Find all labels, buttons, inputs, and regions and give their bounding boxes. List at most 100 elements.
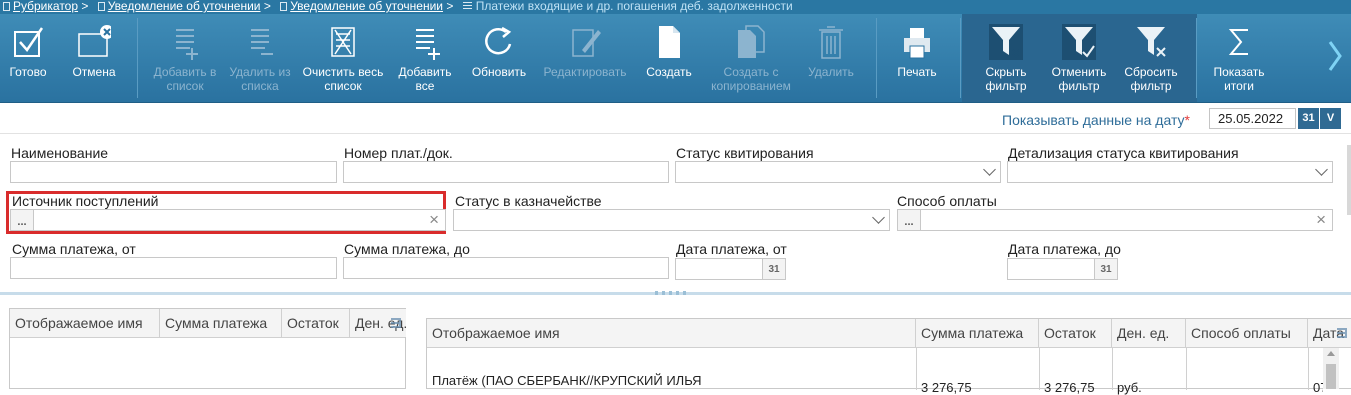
splitter-grip[interactable]	[655, 291, 687, 295]
date-filter-input[interactable]: 25.05.2022	[1209, 108, 1296, 129]
toolbar-separator	[137, 18, 138, 98]
revenue-source-label: Источник поступлений	[12, 193, 159, 209]
column-header[interactable]: Отображаемое имя	[427, 319, 916, 347]
calendar-icon[interactable]: 31	[1094, 259, 1117, 279]
remove-from-list-label: Удалить из списка	[229, 65, 291, 93]
reset-filter-button[interactable]: Сбросить фильтр	[1118, 14, 1184, 102]
clear-list-label: Очистить весь список	[302, 65, 384, 93]
checkbox-check-icon	[14, 27, 44, 57]
column-settings-icon[interactable]	[1336, 327, 1349, 339]
date-to-label: Дата платежа, до	[1008, 241, 1121, 257]
cell-date: 07	[1313, 380, 1323, 395]
toolbar-separator	[1196, 18, 1197, 98]
print-button[interactable]: Печать	[886, 14, 948, 102]
filter-hide-icon	[989, 24, 1023, 60]
column-divider	[1308, 348, 1309, 390]
clear-list-button[interactable]: Очистить весь список	[302, 14, 384, 102]
column-settings-icon[interactable]	[390, 317, 403, 329]
payment-method-input[interactable]: ... ×	[897, 209, 1333, 231]
cell-name: Платёж (ПАО СБЕРБАНК//КРУПСКИЙ ИЛЬЯ	[432, 373, 702, 388]
doc-number-label: Номер плат./док.	[344, 145, 453, 161]
calendar-icon[interactable]: 31	[1298, 108, 1319, 129]
column-divider	[916, 348, 917, 390]
apply-filter-label: Отменить фильтр	[1051, 65, 1107, 93]
breadcrumb-item-notice-2[interactable]: Уведомление об уточнении	[290, 0, 443, 13]
date-from-label: Дата платежа, от	[676, 241, 787, 257]
column-header[interactable]: Сумма платежа	[916, 319, 1039, 347]
hide-filter-label: Скрыть фильтр	[985, 65, 1027, 93]
name-input[interactable]	[10, 161, 337, 183]
sigma-icon	[1228, 29, 1248, 55]
dots-icon[interactable]: ...	[898, 210, 921, 230]
add-all-button[interactable]: Добавить все	[392, 14, 458, 102]
refresh-icon	[485, 26, 512, 55]
create-copy-label: Создать с копированием	[711, 65, 791, 93]
column-header[interactable]: Отображаемое имя	[10, 309, 160, 337]
required-mark: *	[1184, 112, 1190, 128]
toolbar: Готово Отмена Добавить в списoк Удалить …	[0, 14, 1351, 103]
document-icon	[97, 2, 105, 11]
hide-filter-button[interactable]: Скрыть фильтр	[974, 14, 1038, 102]
show-totals-label: Показать итоги	[1213, 65, 1265, 93]
list-remove-icon	[251, 29, 273, 55]
copy-document-icon	[738, 25, 765, 58]
header-divider	[427, 347, 1351, 348]
date-to-input[interactable]: 31	[1007, 258, 1118, 280]
column-header[interactable]: Остаток	[1039, 319, 1112, 347]
column-header[interactable]: Остаток	[282, 309, 350, 337]
edit-icon	[572, 29, 601, 57]
chevron-down-icon	[1315, 163, 1328, 176]
column-header[interactable]: Ден. ед.	[1112, 319, 1186, 347]
cell-rest: 3 276,75	[1044, 380, 1095, 395]
create-copy-button[interactable]: Создать с копированием	[706, 14, 796, 102]
clear-icon[interactable]: ×	[1316, 211, 1326, 229]
column-header[interactable]: Способ оплаты	[1186, 319, 1308, 347]
refresh-button[interactable]: Обновить	[466, 14, 532, 102]
scroll-thumb[interactable]	[1326, 364, 1336, 389]
clear-icon[interactable]: ×	[429, 211, 439, 229]
dots-icon[interactable]: ...	[11, 210, 34, 230]
treasury-status-select[interactable]	[453, 209, 890, 231]
create-label: Создать	[646, 65, 692, 79]
clear-list-icon	[331, 27, 355, 57]
column-header[interactable]: Сумма платежа	[160, 309, 282, 337]
apply-filter-button[interactable]: Отменить фильтр	[1044, 14, 1114, 102]
calendar-icon[interactable]: 31	[762, 259, 785, 279]
breadcrumb-separator: >	[446, 0, 454, 13]
amount-to-input[interactable]	[343, 257, 669, 279]
ack-status-select[interactable]	[675, 161, 1001, 183]
create-button[interactable]: Создать	[640, 14, 698, 102]
selected-items-grid: Отображаемое имя Сумма платежа Остаток Д…	[9, 308, 406, 389]
ack-status-detail-select[interactable]	[1007, 161, 1333, 183]
toolbar-separator	[876, 18, 877, 98]
remove-from-list-button[interactable]: Удалить из списка	[224, 14, 296, 102]
date-toggle-button[interactable]: V	[1320, 108, 1341, 129]
grid-scrollbar[interactable]	[1323, 348, 1339, 389]
revenue-source-input[interactable]: ... ×	[10, 209, 446, 231]
amount-from-input[interactable]	[10, 257, 337, 279]
done-label: Готово	[9, 65, 47, 79]
date-from-input[interactable]: 31	[675, 258, 786, 280]
vertical-scrollbar-page[interactable]	[1347, 145, 1351, 215]
header-divider	[10, 337, 405, 338]
ack-status-label: Статус квитирования	[676, 145, 814, 161]
trash-icon	[819, 26, 843, 59]
edit-button[interactable]: Редактировать	[538, 14, 632, 102]
delete-label: Удалить	[808, 65, 854, 79]
cancel-button[interactable]: Отмена	[62, 14, 126, 102]
chevron-right-icon[interactable]	[1328, 40, 1342, 72]
delete-button[interactable]: Удалить	[800, 14, 862, 102]
add-to-list-button[interactable]: Добавить в списoк	[148, 14, 222, 102]
breadcrumb-item-notice[interactable]: Уведомление об уточнении	[108, 0, 261, 13]
date-filter-bar: Показывать данные на дату* 25.05.2022 31…	[0, 103, 1351, 134]
show-totals-button[interactable]: Показать итоги	[1204, 14, 1274, 102]
doc-number-input[interactable]	[343, 161, 669, 183]
window-close-icon	[78, 25, 111, 57]
breadcrumb-current: Платежи входящие и др. погашения деб. за…	[475, 0, 793, 13]
breadcrumb-item-rubricator[interactable]: Рубрикатор	[13, 0, 78, 13]
list-add-all-icon	[416, 29, 440, 60]
scroll-up-icon[interactable]	[1327, 351, 1335, 356]
done-button[interactable]: Готово	[0, 14, 56, 102]
reset-filter-label: Сбросить фильтр	[1124, 65, 1178, 93]
panel-splitter[interactable]	[0, 291, 1351, 295]
